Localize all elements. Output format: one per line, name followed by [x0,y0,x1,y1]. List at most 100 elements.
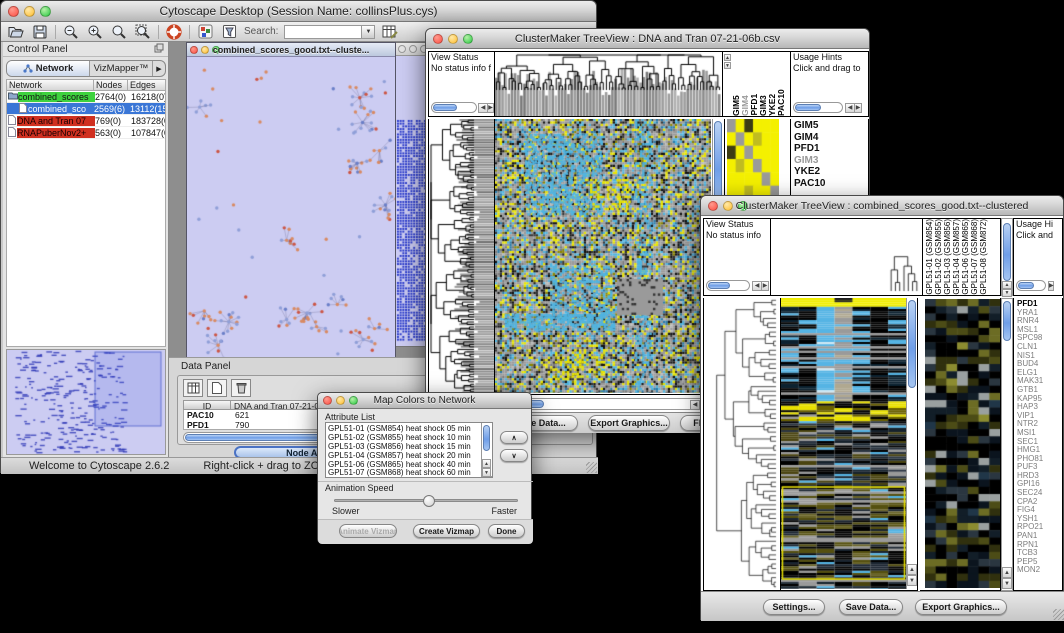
scroll-up-icon[interactable]: ▲ [1002,281,1012,289]
birds-eye-canvas[interactable] [7,350,165,454]
move-down-button[interactable]: ∨ [500,449,528,462]
col-header-id[interactable]: ID [183,400,231,410]
row-dendrogram-canvas[interactable] [429,119,494,393]
column-label[interactable]: PAC10 [776,89,785,116]
column-dendrogram-canvas[interactable] [495,52,721,116]
slider-thumb[interactable] [423,495,435,507]
resize-grip[interactable] [586,462,597,473]
minimize-button[interactable] [409,45,417,53]
zoom-vscrollbar[interactable]: ▲ ▼ [1001,298,1013,591]
scrollbar-thumb[interactable] [908,300,916,388]
heatmap-vscrollbar[interactable]: ▲ ▼ [906,298,917,589]
close-button[interactable] [398,45,406,53]
network-row[interactable]: RNAPuberNov2+ 563(0) 107847(0) [7,127,165,139]
heatmap-panel[interactable]: ▲ ▼ [781,298,918,591]
column-label[interactable]: GPL51-07 (GSM868) [970,219,979,295]
vizmapper-icon[interactable] [196,24,214,40]
scroll-right-icon[interactable]: ▶ [854,103,862,113]
attribute-list-vscrollbar[interactable]: ▲ ▼ [481,423,492,477]
search-dropdown-icon[interactable]: ▼ [362,25,375,39]
usage-hints-hscrollbar[interactable] [793,102,843,113]
scroll-right-icon[interactable]: ▶ [487,103,494,113]
tab-vizmapper[interactable]: VizMapper™ [89,61,152,76]
scrollbar-thumb[interactable] [795,104,821,111]
heatmap-canvas[interactable] [781,298,906,589]
column-dendrogram-panel[interactable] [495,51,723,117]
network-view-titlebar[interactable]: combined_scores_good.txt--cluste... [187,43,395,57]
new-attribute-icon[interactable] [207,379,227,397]
scrollbar-thumb[interactable] [1018,282,1034,289]
column-dendrogram-canvas[interactable] [771,219,921,295]
column-label[interactable]: GPL51-06 (GSM865) [961,219,970,295]
scroll-down-icon[interactable]: ▼ [907,575,917,586]
row-labels-panel[interactable]: PFD1YRA1RNR4MSL1SPC98CLN1NIS1BUD4ELG1MAK… [1013,298,1063,591]
attribute-list-item[interactable]: GPL51-04 (GSM857) heat shock 20 min [328,451,492,460]
view-status-hscrollbar[interactable] [706,280,750,291]
scroll-up-icon[interactable]: ▲ [1002,567,1012,578]
row-label[interactable]: GIM4 [794,132,868,144]
scroll-up-icon[interactable]: ▲ [907,564,917,575]
zoom-fit-icon[interactable] [110,24,128,40]
help-lifering-icon[interactable] [165,24,183,40]
treeview2-titlebar[interactable]: ClusterMaker TreeView : combined_scores_… [701,196,1063,216]
scroll-up-icon[interactable]: ▲ [482,459,491,468]
delete-attribute-icon[interactable] [231,379,251,397]
heatmap-canvas[interactable] [495,119,711,393]
column-label[interactable]: GIM3 [758,95,767,116]
attribute-list-item[interactable]: GPL51-02 (GSM855) heat shock 10 min [328,433,492,442]
scroll-right-icon[interactable]: ▶ [1048,281,1054,291]
cytoscape-titlebar[interactable]: Cytoscape Desktop (Session Name: collins… [1,1,596,22]
network-row[interactable]: DNA and Tran 07 769(0) 183728(0) [7,115,165,127]
create-vizmap-button[interactable]: Create Vizmap [413,524,480,538]
network-row[interactable]: combined_scores 2764(0) 16218(0) [7,91,165,103]
column-label[interactable]: GPL51-03 (GSM856) [943,219,952,295]
row-dendrogram-panel[interactable] [703,298,781,591]
scroll-down-icon[interactable]: ▼ [724,62,731,69]
tab-network[interactable]: Network [7,61,89,76]
scrollbar-thumb[interactable] [708,282,730,289]
network-canvas[interactable] [187,57,395,364]
zoom-matrix-canvas[interactable] [727,119,779,199]
export-graphics-button[interactable]: Export Graphics... [588,415,670,431]
col-header-network[interactable]: Network [6,79,94,91]
scroll-left-icon[interactable]: ◀ [690,400,700,410]
attribute-list-item[interactable]: GPL51-01 (GSM854) heat shock 05 min [328,424,492,433]
row-label[interactable]: PFD1 [794,143,868,155]
select-attributes-icon[interactable] [183,379,203,397]
column-labels-vscrollbar[interactable]: ▲ ▼ [1001,218,1013,296]
zoom-selected-icon[interactable] [134,24,152,40]
done-button[interactable]: Done [488,524,525,538]
column-label[interactable]: GIM4 [740,95,749,116]
save-data-button[interactable]: Save Data... [839,599,903,615]
usage-hints-hscrollbar[interactable] [1016,280,1046,291]
row-label[interactable]: YKE2 [794,166,868,178]
column-label[interactable]: GPL51-01 (GSM854) [925,219,934,295]
col-header-nodes[interactable]: Nodes [94,79,128,91]
scrollbar-thumb[interactable] [433,104,457,111]
row-dendrogram-panel[interactable] [428,119,495,395]
zoom-heatmap-canvas[interactable] [925,299,1000,588]
column-label[interactable]: GPL51-08 (GSM872) [979,219,988,295]
network-row-selected[interactable]: combined_sco 2569(6) 13112(15) [7,103,165,115]
save-icon[interactable] [31,24,49,40]
scroll-down-icon[interactable]: ▼ [1002,578,1012,589]
row-label[interactable]: PAC10 [794,178,868,190]
animation-speed-slider[interactable] [334,499,518,502]
filter-icon[interactable] [220,24,238,40]
attribute-list-item[interactable]: GPL51-03 (GSM856) heat shock 15 min [328,442,492,451]
scrollbar-thumb[interactable] [483,425,490,451]
float-panel-icon[interactable] [154,40,164,58]
dialog-titlebar[interactable]: Map Colors to Network [318,393,531,409]
open-file-icon[interactable] [7,24,25,40]
zoom-heatmap-panel[interactable] [920,298,1001,591]
attribute-list[interactable]: GPL51-01 (GSM854) heat shock 05 minGPL51… [325,422,493,478]
tab-overflow-arrow[interactable]: ▶ [152,61,165,76]
heatmap-panel[interactable]: ▲ ▼ [495,119,725,395]
scroll-down-icon[interactable]: ▼ [482,468,491,477]
settings-button[interactable]: Settings... [763,599,825,615]
scroll-down-icon[interactable]: ▼ [1002,289,1012,297]
column-label[interactable]: GIM5 [731,95,740,116]
column-label[interactable]: YKE2 [767,94,776,116]
scrollbar-thumb[interactable] [1003,223,1011,281]
animate-vizmap-button[interactable]: Animate Vizmap [339,524,397,538]
